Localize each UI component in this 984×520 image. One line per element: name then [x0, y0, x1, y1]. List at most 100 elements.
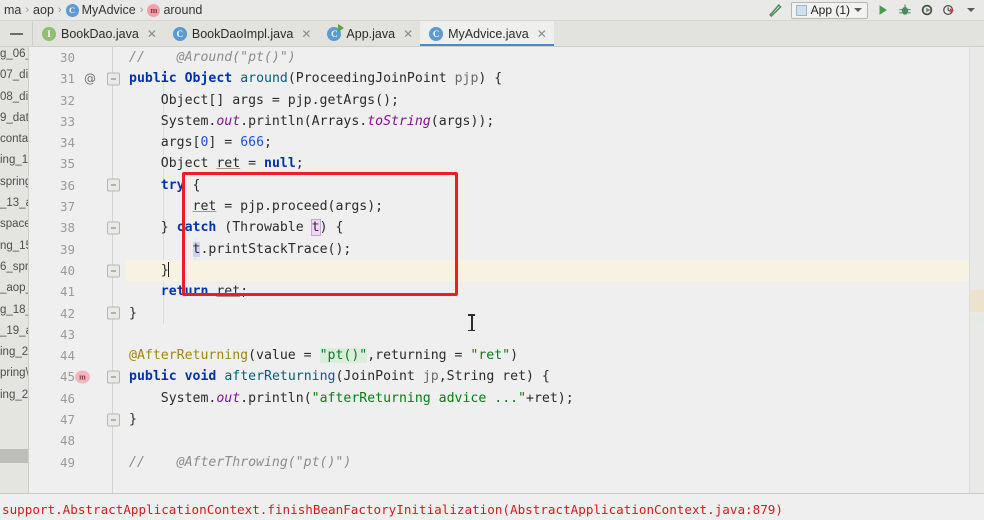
code-line-39[interactable]: t.printStackTrace(); [125, 239, 969, 260]
tab-bookdao-java[interactable]: I BookDao.java ✕ [33, 21, 164, 46]
project-tree-item[interactable]: _aop_ [0, 278, 28, 299]
line-number: 44 [59, 348, 75, 364]
code-line-30[interactable]: // @Around("pt()") [125, 47, 969, 68]
project-tree-item[interactable]: ing_20 [0, 342, 28, 363]
project-tree-item[interactable]: g_18_ [0, 300, 28, 321]
code-line-36[interactable]: try { [125, 175, 969, 196]
gutter-line: 48 [29, 430, 125, 451]
breadcrumb-item-package-root[interactable]: ma [1, 3, 24, 17]
project-tree-item[interactable]: 08_di_ [0, 87, 28, 108]
code-line-42[interactable]: } [125, 303, 969, 324]
close-icon[interactable]: ✕ [301, 28, 311, 40]
toolbar-more-dropdown[interactable] [960, 1, 982, 20]
code-line-35[interactable]: Object ret = null; [125, 153, 969, 174]
run-configuration-selector[interactable]: App (1) [790, 1, 868, 19]
project-tree-item[interactable]: 9_data [0, 108, 28, 129]
breadcrumb-label-0: ma [4, 3, 22, 17]
fold-toggle-icon[interactable] [107, 413, 120, 427]
method-icon: m [147, 3, 161, 17]
project-tree-item[interactable]: 6_spr [0, 257, 28, 278]
collapse-tabs-button[interactable] [0, 21, 33, 46]
code-line-44[interactable]: @AfterReturning(value = "pt()",returning… [125, 345, 969, 366]
run-coverage-icon[interactable] [916, 1, 938, 20]
code-line-33[interactable]: System.out.println(Arrays.toString(args)… [125, 111, 969, 132]
breadcrumb-item-around[interactable]: m around [144, 3, 205, 17]
annotation-gutter-icon[interactable]: @ [84, 68, 96, 89]
project-tree-item[interactable]: ing_22 [0, 385, 28, 406]
line-number: 39 [59, 241, 75, 257]
debug-icon[interactable] [894, 1, 916, 20]
gutter-line: 31 @ [29, 68, 125, 89]
project-tree-item[interactable]: pring\ [0, 363, 28, 384]
code-line-47[interactable]: } [125, 409, 969, 430]
gutter-line: 32 [29, 90, 125, 111]
run-toolbar: App (1) [765, 0, 982, 20]
close-icon[interactable]: ✕ [537, 28, 547, 40]
code-line-40[interactable]: } [125, 259, 969, 282]
run-icon[interactable] [872, 1, 894, 20]
code-line-49[interactable]: // @AfterThrowing("pt()") [125, 452, 969, 473]
code-line-46[interactable]: System.out.println("afterReturning advic… [125, 388, 969, 409]
tab-myadvice-java[interactable]: C MyAdvice.java ✕ [420, 21, 554, 46]
code-line-31[interactable]: public Object around(ProceedingJoinPoint… [125, 68, 969, 89]
code-line-48[interactable] [125, 430, 969, 451]
console-output-strip[interactable]: support.AbstractApplicationContext.finis… [0, 493, 984, 520]
tab-app-java[interactable]: C App.java ✕ [318, 21, 420, 46]
breadcrumb-item-myadvice[interactable]: C MyAdvice [63, 3, 139, 17]
interface-icon: I [42, 26, 56, 41]
project-tree-item[interactable]: _19_ao [0, 321, 28, 342]
code-line-32[interactable]: Object[] args = pjp.getArgs(); [125, 90, 969, 111]
code-editor[interactable]: 30 31 @ 32 33 34 35 36 37 38 39 40 41 42… [29, 47, 984, 493]
project-tree-item[interactable]: 07_di_ [0, 65, 28, 86]
close-icon[interactable]: ✕ [403, 28, 413, 40]
code-token-comment: // @Around("pt()") [129, 50, 296, 65]
project-tree-item[interactable]: spring [0, 172, 28, 193]
line-number: 48 [59, 433, 75, 449]
project-tree-scrollbar[interactable] [0, 449, 28, 463]
fold-toggle-icon[interactable] [107, 306, 120, 320]
fold-toggle-icon[interactable] [107, 370, 120, 384]
gutter-line: 40 [29, 260, 125, 281]
tab-bookdaoimpl-java[interactable]: C BookDaoImpl.java ✕ [164, 21, 319, 46]
close-icon[interactable]: ✕ [147, 28, 157, 40]
fold-toggle-icon[interactable] [107, 221, 120, 235]
line-number: 37 [59, 199, 75, 215]
line-number: 33 [59, 113, 75, 129]
fold-toggle-icon[interactable] [107, 264, 120, 278]
editor-gutter[interactable]: 30 31 @ 32 33 34 35 36 37 38 39 40 41 42… [29, 47, 125, 493]
breadcrumb-item-aop[interactable]: aop [30, 3, 57, 17]
gutter-line: 46 [29, 388, 125, 409]
line-number: 41 [59, 284, 75, 300]
hammer-icon[interactable] [765, 1, 787, 20]
profiler-icon[interactable] [938, 1, 960, 20]
project-tree-item[interactable]: _13_a [0, 193, 28, 214]
project-tree-item[interactable]: ng_15_ [0, 236, 28, 257]
project-tree-item[interactable]: space [0, 214, 28, 235]
code-line-45[interactable]: public void afterReturning(JoinPoint jp,… [125, 366, 969, 387]
project-tree-item[interactable]: ing_1 [0, 150, 28, 171]
editor-tab-bar: I BookDao.java ✕ C BookDaoImpl.java ✕ C … [0, 21, 984, 47]
editor-marker-strip[interactable] [969, 47, 984, 493]
project-tree-item[interactable]: conta [0, 129, 28, 150]
text-caret [167, 261, 169, 277]
chevron-down-icon [967, 8, 975, 12]
code-line-37[interactable]: ret = pjp.proceed(args); [125, 196, 969, 217]
advice-method-icon[interactable]: m [75, 370, 90, 384]
top-toolbar: ma › aop › C MyAdvice › m around App (1) [0, 0, 984, 21]
project-tree-panel[interactable]: g_06_ 07_di_ 08_di_ 9_data conta ing_1 s… [0, 47, 29, 493]
gutter-line: 42 [29, 303, 125, 324]
fold-toggle-icon[interactable] [107, 178, 120, 192]
line-number: 31 [59, 71, 75, 87]
tab-label: BookDaoImpl.java [191, 26, 294, 41]
line-number: 42 [59, 305, 75, 321]
code-line-34[interactable]: args[0] = 666; [125, 132, 969, 153]
code-line-38[interactable]: } catch (Throwable t) { [125, 217, 969, 238]
code-line-43[interactable] [125, 324, 969, 345]
ide-window: ma › aop › C MyAdvice › m around App (1)… [0, 0, 984, 520]
fold-toggle-icon[interactable] [107, 72, 120, 86]
code-line-41[interactable]: return ret; [125, 281, 969, 302]
gutter-line: 43 [29, 324, 125, 345]
class-icon: C [172, 26, 187, 41]
project-tree-item[interactable]: g_06_ [0, 47, 28, 65]
code-text-area[interactable]: // @Around("pt()") public Object around(… [125, 47, 969, 493]
